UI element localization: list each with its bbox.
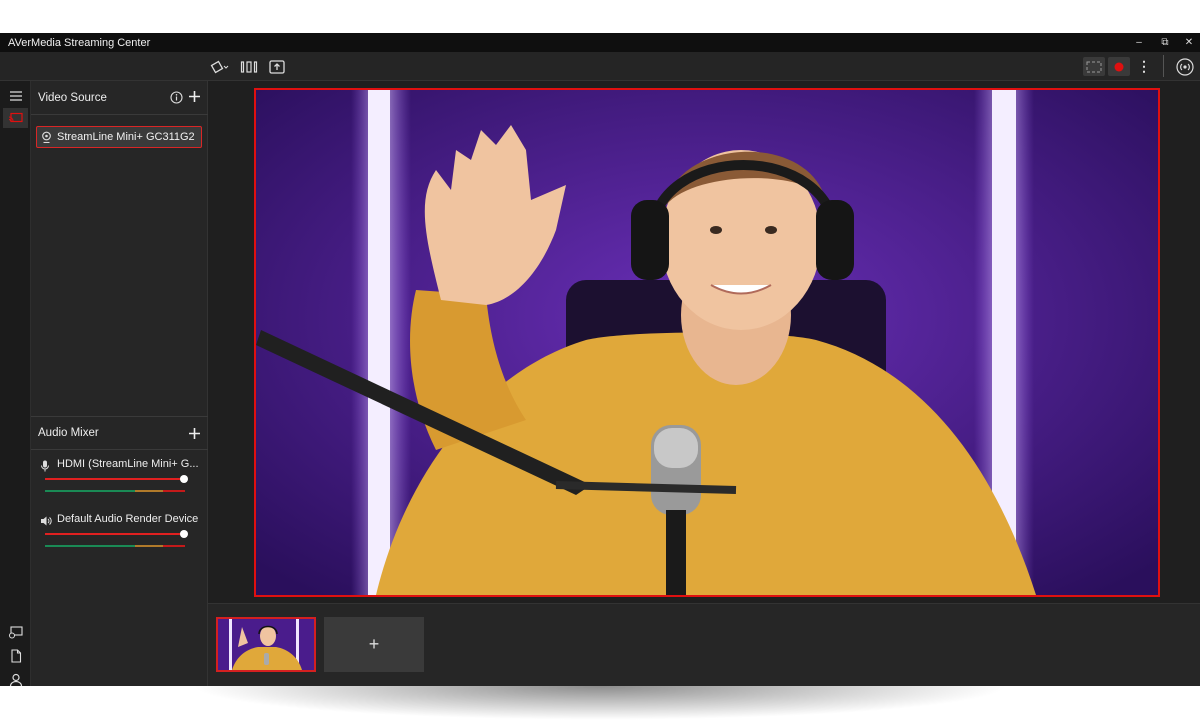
minimize-button[interactable]: – bbox=[1126, 33, 1152, 52]
app-window: AVerMedia Streaming Center – ⧉ ✕ ⋮ Video… bbox=[0, 33, 1200, 686]
scene-thumbnail[interactable] bbox=[216, 617, 316, 672]
add-scene-button[interactable]: + bbox=[324, 617, 424, 672]
audio-channel-name: Default Audio Render Device bbox=[57, 513, 199, 525]
video-source-heading: Video Source bbox=[38, 91, 107, 104]
toolbar: ⋮ bbox=[0, 52, 1200, 81]
video-source-item[interactable]: StreamLine Mini+ GC311G2 bbox=[36, 126, 202, 148]
camera-settings-icon[interactable] bbox=[3, 622, 28, 642]
audio-level-meter bbox=[45, 490, 185, 492]
toolbar-divider bbox=[1163, 55, 1164, 77]
close-button[interactable]: ✕ bbox=[1176, 33, 1200, 52]
preview-stage bbox=[208, 81, 1200, 603]
audio-mixer-heading: Audio Mixer bbox=[38, 427, 99, 439]
video-preview[interactable] bbox=[254, 88, 1160, 597]
video-source-icon[interactable] bbox=[3, 108, 28, 128]
volume-slider-knob[interactable] bbox=[180, 530, 188, 538]
screenshot-icon[interactable] bbox=[1083, 57, 1105, 76]
audio-channel-name: HDMI (StreamLine Mini+ G... bbox=[57, 458, 199, 470]
audio-mixer-header: Audio Mixer bbox=[31, 416, 208, 450]
scene-thumbnail-image bbox=[218, 619, 314, 670]
left-rail bbox=[0, 81, 31, 686]
left-panel: Video Source StreamLine Mini+ GC311G2 Au… bbox=[31, 81, 208, 686]
rotate-icon[interactable] bbox=[209, 57, 231, 76]
volume-slider-knob[interactable] bbox=[180, 475, 188, 483]
menu-icon[interactable] bbox=[3, 86, 28, 106]
audio-channel-default: Default Audio Render Device bbox=[31, 513, 208, 563]
window-title: AVerMedia Streaming Center bbox=[8, 36, 151, 49]
scene-bar: + bbox=[208, 603, 1200, 686]
document-icon[interactable] bbox=[3, 646, 28, 666]
user-icon[interactable] bbox=[3, 670, 28, 686]
record-icon bbox=[1114, 62, 1124, 71]
audio-channel-hdmi: HDMI (StreamLine Mini+ G... bbox=[31, 458, 208, 508]
add-audio-icon[interactable] bbox=[188, 427, 201, 445]
record-button[interactable] bbox=[1108, 57, 1130, 76]
video-source-header: Video Source bbox=[31, 81, 208, 115]
more-icon[interactable]: ⋮ bbox=[1137, 57, 1151, 76]
audio-level-meter bbox=[45, 545, 185, 547]
broadcast-icon[interactable] bbox=[1174, 57, 1196, 76]
microphone-icon bbox=[40, 459, 50, 477]
speaker-icon bbox=[40, 514, 52, 532]
volume-slider[interactable] bbox=[45, 533, 185, 535]
upload-icon[interactable] bbox=[267, 57, 287, 76]
info-icon[interactable] bbox=[170, 91, 183, 109]
video-source-label: StreamLine Mini+ GC311G2 bbox=[57, 131, 195, 143]
add-source-icon[interactable] bbox=[188, 90, 201, 108]
split-view-icon[interactable] bbox=[239, 57, 259, 76]
volume-slider[interactable] bbox=[45, 478, 185, 480]
webcam-icon bbox=[41, 131, 52, 143]
title-bar: AVerMedia Streaming Center – ⧉ ✕ bbox=[0, 33, 1200, 52]
streamer-video-frame bbox=[256, 90, 1158, 595]
window-shadow bbox=[190, 686, 1010, 720]
restore-button[interactable]: ⧉ bbox=[1152, 33, 1178, 52]
